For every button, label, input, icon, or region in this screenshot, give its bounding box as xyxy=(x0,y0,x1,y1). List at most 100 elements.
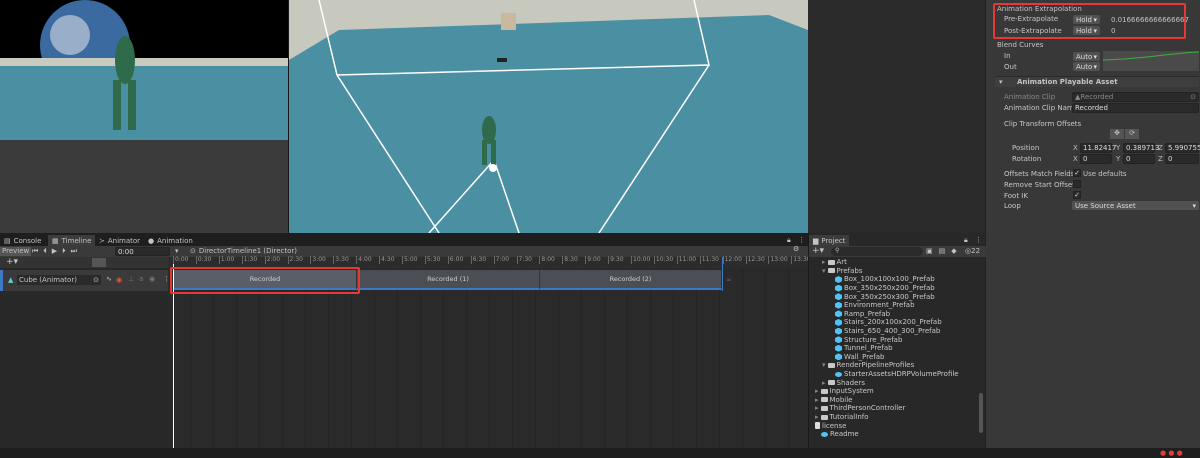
rotation-x-input[interactable]: 0 xyxy=(1080,154,1112,164)
project-item[interactable]: ▸ InputSystem xyxy=(815,387,874,396)
use-defaults-checkbox[interactable]: ✓ xyxy=(1073,169,1081,177)
rotation-y-input[interactable]: 0 xyxy=(1123,154,1155,164)
blend-in-dropdown[interactable]: Auto ▾ xyxy=(1073,52,1100,61)
time-input[interactable]: 0:00 xyxy=(115,247,170,256)
status-icons: ● ● ● xyxy=(1160,449,1183,457)
project-panel: ▆ Project 🔒︎ ⋮ +▾ ⚲ ▣▤◆ ◎22 ▸ Art ▾ Prefabs B… xyxy=(808,233,986,448)
track-header-cube[interactable]: ▲ Cube (Animator) ⊙ ∿ ◉ ⊥ a ◉ ⋮ xyxy=(0,270,170,291)
section-header[interactable]: ▾ Animation Playable Asset xyxy=(995,76,1199,87)
create-button[interactable]: +▾ xyxy=(812,246,824,256)
bound-object-field[interactable]: Cube (Animator) ⊙ xyxy=(17,275,101,285)
foldout-icon[interactable]: ▾ xyxy=(822,361,826,369)
clip-name-input[interactable]: Recorded xyxy=(1072,103,1199,113)
game-view[interactable] xyxy=(0,0,288,233)
position-x-input[interactable]: 11.82417 xyxy=(1080,143,1116,153)
scrollbar[interactable] xyxy=(979,393,983,433)
project-item[interactable]: ▸ Art xyxy=(822,258,847,267)
foot-ik-checkbox[interactable]: ✓ xyxy=(1073,191,1081,199)
foldout-icon[interactable]: ▸ xyxy=(822,258,826,266)
project-item[interactable]: ▾ RenderPipelineProfiles xyxy=(822,361,914,370)
prefab-icon xyxy=(835,284,842,292)
lock-icon[interactable]: 🔒︎ xyxy=(964,236,968,245)
tab-animation[interactable]: ● Animation xyxy=(144,235,197,246)
project-item[interactable]: Environment_Prefab xyxy=(835,301,915,310)
blend-in-curve[interactable] xyxy=(1103,51,1199,61)
track-toolbar xyxy=(0,257,168,268)
tab-animator[interactable]: ≻ Animator xyxy=(95,235,144,246)
more-icon[interactable]: ⋮ xyxy=(798,236,805,244)
visibility-icon[interactable]: ◉ xyxy=(149,275,155,283)
project-item-label: Tunnel_Prefab xyxy=(844,344,893,353)
tab-console[interactable]: ▤ Console xyxy=(0,235,45,246)
foldout-icon[interactable]: ▾ xyxy=(822,267,826,275)
add-track-button[interactable]: +▾ xyxy=(6,257,18,267)
ruler-tick: 11:30 xyxy=(699,256,719,264)
tab-project[interactable]: ▆ Project xyxy=(809,235,850,246)
foldout-icon[interactable]: ▸ xyxy=(815,413,819,421)
snap-icon[interactable] xyxy=(92,258,106,267)
clip-recorded-2[interactable]: Recorded (2) xyxy=(540,270,722,290)
rotate-tool-icon[interactable]: ⟳ xyxy=(1125,129,1139,139)
position-z-input[interactable]: 5.990755 xyxy=(1165,143,1200,153)
remove-start-offset-label: Remove Start Offset xyxy=(1004,181,1075,189)
foldout-icon[interactable]: ▸ xyxy=(815,387,819,395)
project-item[interactable]: Tunnel_Prefab xyxy=(835,344,893,353)
foldout-icon[interactable]: ▸ xyxy=(815,396,819,404)
settings-gear-icon[interactable]: ⚙ xyxy=(793,245,799,253)
prefab-icon xyxy=(835,310,842,318)
project-item[interactable]: Box_350x250x300_Prefab xyxy=(835,292,935,301)
foldout-icon[interactable]: ▸ xyxy=(815,404,819,412)
ruler-tick: 3:30 xyxy=(333,256,349,264)
scene-view[interactable] xyxy=(289,0,808,233)
project-item[interactable]: Stairs_200x100x200_Prefab xyxy=(835,318,942,327)
preview-button[interactable]: Preview xyxy=(0,247,32,256)
project-item[interactable]: Wall_Prefab xyxy=(835,353,884,362)
chevron-down-icon[interactable]: ▾ xyxy=(175,247,179,255)
curves-icon[interactable]: ∿ xyxy=(106,275,112,283)
hidden-count[interactable]: ◎22 xyxy=(965,247,980,255)
rotation-z-input[interactable]: 0 xyxy=(1165,154,1199,164)
object-picker-icon[interactable]: ⊙ xyxy=(1190,93,1196,101)
position-y-input[interactable]: 0.389713 xyxy=(1123,143,1159,153)
foot-ik-label: Foot IK xyxy=(1004,192,1028,200)
tab-timeline[interactable]: ▦ Timeline xyxy=(48,235,96,246)
project-item[interactable]: Readme xyxy=(821,430,859,439)
lock-icon[interactable]: 🔒︎ xyxy=(787,236,791,245)
search-input[interactable]: ⚲ xyxy=(831,247,923,256)
project-item[interactable]: Structure_Prefab xyxy=(835,335,902,344)
remove-start-offset-checkbox[interactable] xyxy=(1073,180,1081,188)
project-item[interactable]: StarterAssetsHDRPVolumeProfile xyxy=(835,370,959,379)
pin-icon[interactable]: ⊥ xyxy=(128,275,134,283)
animation-clip-field[interactable]: ▲ Recorded ⊙ xyxy=(1072,92,1199,102)
lock-icon[interactable]: a xyxy=(139,275,143,283)
object-picker-icon[interactable]: ⊙ xyxy=(93,276,101,284)
project-item[interactable]: ▾ Prefabs xyxy=(822,267,863,276)
record-icon[interactable]: ◉ xyxy=(116,276,122,284)
track-area[interactable] xyxy=(168,268,808,448)
blend-out-curve[interactable] xyxy=(1103,61,1199,71)
project-item[interactable]: ▸ Shaders xyxy=(822,378,865,387)
director-breadcrumb[interactable]: ⊙ DirectorTimeline1 (Director) xyxy=(190,247,297,255)
clip-recorded-1[interactable]: Recorded (1) xyxy=(357,270,540,290)
timeline-icon: ▦ xyxy=(52,236,59,245)
project-item[interactable]: Ramp_Prefab xyxy=(835,310,890,319)
project-item[interactable]: Stairs_650_400_300_Prefab xyxy=(835,327,940,336)
ruler-tick: 2:00 xyxy=(264,256,281,264)
project-item[interactable]: ▸ TutorialInfo xyxy=(815,413,869,422)
project-item[interactable]: Box_100x100x100_Prefab xyxy=(835,275,935,284)
loop-dropdown[interactable]: Use Source Asset ▾ xyxy=(1072,201,1199,210)
foldout-icon[interactable]: ▸ xyxy=(822,379,826,387)
playback-controls[interactable]: ⏮⏴▶⏵⏭ xyxy=(32,247,82,256)
filter-icons[interactable]: ▣▤◆ xyxy=(926,247,963,255)
project-item-label: Art xyxy=(836,258,847,267)
blend-out-dropdown[interactable]: Auto ▾ xyxy=(1073,62,1100,71)
folder-icon: ▆ xyxy=(813,236,819,245)
project-item[interactable]: Box_350x250x200_Prefab xyxy=(835,284,935,293)
project-item[interactable]: ▸ ThirdPersonController xyxy=(815,404,905,413)
project-item-label: Structure_Prefab xyxy=(844,335,903,344)
more-icon[interactable]: ⋮ xyxy=(975,236,982,244)
project-item[interactable]: ▸ Mobile xyxy=(815,396,852,405)
move-tool-icon[interactable]: ✥ xyxy=(1110,129,1124,139)
project-item[interactable]: license xyxy=(815,421,846,430)
clip-name-label: Animation Clip Name xyxy=(1004,104,1079,112)
